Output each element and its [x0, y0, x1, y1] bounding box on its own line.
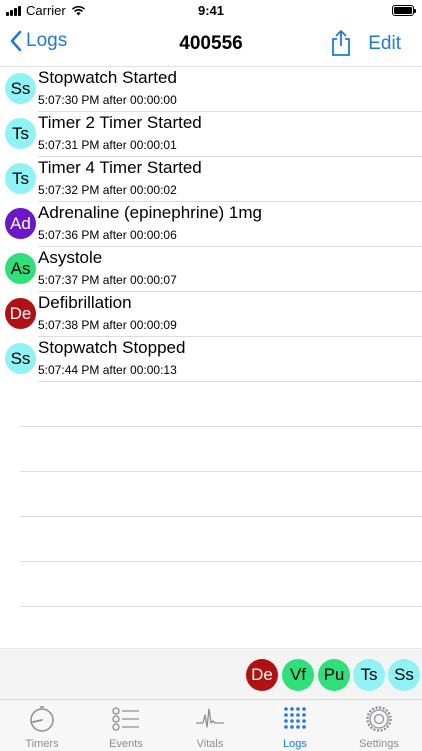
empty-row [0, 382, 422, 427]
log-timestamp: 5:07:38 PM after 00:00:09 [38, 318, 177, 332]
list-icon [112, 707, 139, 731]
event-badge: De [5, 298, 36, 329]
quick-event-button[interactable]: De [246, 659, 278, 691]
event-badge: Ss [5, 73, 36, 104]
tab-bar: Timers Events Vitals Logs Settings [0, 699, 422, 751]
empty-row [0, 427, 422, 472]
log-timestamp: 5:07:36 PM after 00:00:06 [38, 228, 177, 242]
empty-row [0, 607, 422, 652]
quick-event-bar: De Vf Pu Ts Ss [0, 648, 422, 700]
event-badge: Ad [5, 208, 36, 239]
edit-button[interactable]: Edit [368, 33, 401, 55]
gear-icon [366, 706, 392, 732]
log-row[interactable]: Ss Stopwatch Stopped 5:07:44 PM after 00… [0, 337, 422, 382]
log-timestamp: 5:07:37 PM after 00:00:07 [38, 273, 177, 287]
quick-event-button[interactable]: Ss [388, 659, 420, 691]
log-title: Asystole [38, 248, 103, 267]
quick-event-button[interactable]: Ts [353, 659, 385, 691]
log-timestamp: 5:07:30 PM after 00:00:00 [38, 93, 177, 107]
dot-grid-icon [284, 707, 306, 729]
empty-row [0, 517, 422, 562]
log-list: Ss Stopwatch Started 5:07:30 PM after 00… [0, 67, 422, 382]
tab-label: Timers [25, 738, 59, 750]
log-title: Timer 2 Timer Started [38, 113, 202, 132]
back-button-label: Logs [26, 30, 68, 51]
quick-event-button[interactable]: Pu [318, 659, 350, 691]
empty-rows [0, 382, 422, 652]
log-title: Stopwatch Started [38, 68, 177, 87]
event-badge: Ts [5, 118, 36, 149]
event-badge: Ss [5, 343, 36, 374]
log-row[interactable]: Ss Stopwatch Started 5:07:30 PM after 00… [0, 67, 422, 112]
stopwatch-icon [30, 706, 54, 732]
share-button[interactable] [329, 29, 353, 57]
tab-vitals[interactable]: Vitals [168, 704, 252, 750]
log-title: Adrenaline (epinephrine) 1mg [38, 203, 262, 222]
tab-label: Settings [359, 738, 399, 750]
status-bar: Carrier 9:41 [0, 0, 422, 22]
tab-settings[interactable]: Settings [337, 704, 421, 750]
chevron-left-icon [10, 30, 22, 52]
log-title: Defibrillation [38, 293, 132, 312]
tab-logs[interactable]: Logs [253, 704, 337, 750]
event-badge: Ts [5, 163, 36, 194]
log-title: Stopwatch Stopped [38, 338, 186, 357]
log-timestamp: 5:07:32 PM after 00:00:02 [38, 183, 177, 197]
log-row[interactable]: Ad Adrenaline (epinephrine) 1mg 5:07:36 … [0, 202, 422, 247]
navigation-bar: Logs 400556 Edit [0, 22, 422, 67]
tab-events[interactable]: Events [84, 704, 168, 750]
log-title: Timer 4 Timer Started [38, 158, 202, 177]
log-timestamp: 5:07:31 PM after 00:00:01 [38, 138, 177, 152]
log-row[interactable]: As Asystole 5:07:37 PM after 00:00:07 [0, 247, 422, 292]
empty-row [0, 472, 422, 517]
status-time: 9:41 [197, 3, 225, 18]
back-button[interactable]: Logs [10, 30, 67, 52]
waveform-icon [196, 708, 224, 728]
log-row[interactable]: Ts Timer 2 Timer Started 5:07:31 PM afte… [0, 112, 422, 157]
log-row[interactable]: De Defibrillation 5:07:38 PM after 00:00… [0, 292, 422, 337]
tab-label: Vitals [196, 738, 224, 750]
empty-row [0, 562, 422, 607]
battery-icon [392, 5, 416, 16]
tab-label: Events [109, 738, 143, 750]
tab-label: Logs [283, 738, 307, 750]
quick-event-button[interactable]: Vf [282, 659, 314, 691]
log-row[interactable]: Ts Timer 4 Timer Started 5:07:32 PM afte… [0, 157, 422, 202]
log-timestamp: 5:07:44 PM after 00:00:13 [38, 363, 177, 377]
share-icon [332, 30, 350, 56]
tab-timers[interactable]: Timers [0, 704, 84, 750]
event-badge: As [5, 253, 36, 284]
